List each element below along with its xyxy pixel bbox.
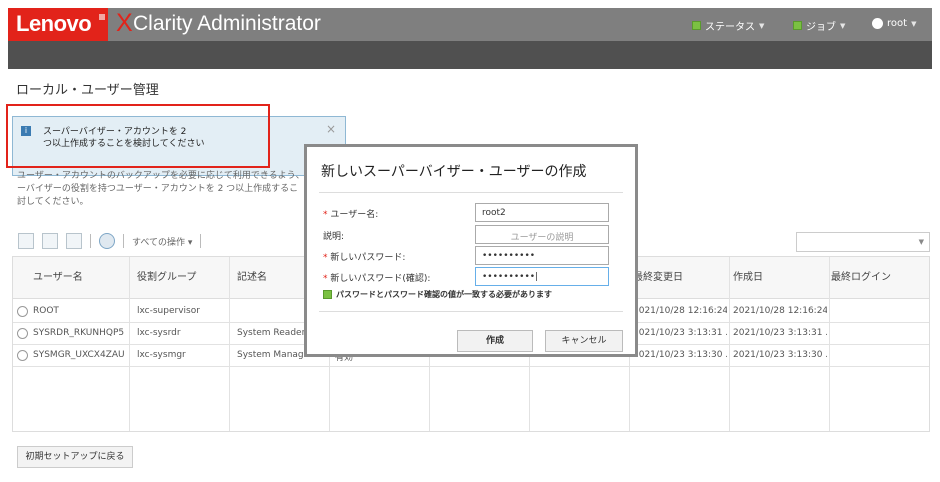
cell-group: lxc-sysrdr (137, 328, 181, 338)
cell-username: ROOT (33, 306, 59, 316)
user-menu[interactable]: root ▼ (872, 18, 916, 29)
description-label: 説明: (323, 232, 345, 242)
dialog-divider (319, 192, 623, 193)
user-icon (872, 18, 883, 29)
password-match-text: パスワードとパスワード確認の値が一致する必要があります (336, 290, 552, 299)
nav-bar (8, 41, 932, 69)
description-line-1: ユーザー・アカウントのバックアップを必要に応じて利用できるよう、 (17, 171, 305, 181)
cell-username: SYSRDR_RKUNHQP5 (33, 328, 125, 338)
dialog-title: 新しいスーパーバイザー・ユーザーの作成 (321, 164, 587, 180)
top-header: Lenovo X Clarity Administrator ステータス ▼ ジ… (8, 8, 932, 41)
cell-modified: 2021/10/23 3:13:30 ... (633, 350, 727, 360)
username-label: * ユーザー名: (323, 207, 378, 220)
cell-created: 2021/10/23 3:13:30 ... (733, 350, 827, 360)
column-header[interactable]: ユーザー名 (33, 268, 83, 283)
check-icon (323, 290, 332, 299)
back-to-setup-button[interactable]: 初期セットアップに戻る (17, 446, 133, 468)
dialog-divider (319, 311, 623, 312)
cell-modified: 2021/10/23 3:13:31 ... (633, 328, 727, 338)
row-radio[interactable] (17, 328, 28, 339)
product-name: Clarity Administrator (133, 12, 321, 35)
confirm-password-input[interactable]: ••••••••••| (475, 267, 609, 286)
chevron-down-icon: ▼ (911, 19, 917, 28)
password-label: * 新しいパスワード: (323, 250, 405, 263)
cell-group: lxc-supervisor (137, 306, 200, 316)
jobs-check-icon (793, 21, 802, 30)
chevron-down-icon: ▼ (840, 21, 846, 30)
row-radio[interactable] (17, 350, 28, 361)
add-user-icon[interactable] (18, 233, 34, 249)
all-actions-label: すべての操作 (132, 237, 186, 248)
toolbar-divider (90, 234, 91, 248)
row-radio[interactable] (17, 306, 28, 317)
cell-created: 2021/10/23 3:13:31 ... (733, 328, 827, 338)
chevron-down-icon: ▼ (918, 238, 924, 246)
password-match-message: パスワードとパスワード確認の値が一致する必要があります (323, 289, 552, 300)
status-menu[interactable]: ステータス ▼ (692, 18, 764, 33)
brand-mark (99, 14, 105, 20)
highlight-outline (6, 104, 270, 168)
description-input[interactable]: ユーザーの説明 (475, 225, 609, 244)
product-x-mark: X (116, 9, 133, 37)
confirm-password-label: * 新しいパスワード(確認): (323, 271, 430, 284)
password-label-text: 新しいパスワード: (330, 253, 406, 263)
column-header[interactable]: 作成日 (733, 268, 763, 283)
toolbar-divider (123, 234, 124, 248)
create-button[interactable]: 作成 (457, 330, 533, 352)
toolbar-divider (200, 234, 202, 248)
refresh-icon[interactable] (99, 233, 115, 249)
cell-group: lxc-sysmgr (137, 350, 186, 360)
edit-user-icon[interactable] (42, 233, 58, 249)
cell-modified: 2021/10/28 12:16:24 ... (633, 306, 727, 316)
filter-select[interactable]: ▼ (796, 232, 930, 252)
description-text: ユーザー・アカウントのバックアップを必要に応じて利用できるよう、 ーバイザーの役… (17, 170, 317, 209)
table-toolbar: すべての操作 ▾ (18, 232, 202, 250)
page-title: ローカル・ユーザー管理 (16, 83, 159, 98)
column-header[interactable]: 最終変更日 (633, 268, 683, 283)
all-actions-menu[interactable]: すべての操作 ▾ (132, 235, 192, 248)
cancel-button[interactable]: キャンセル (545, 330, 623, 352)
cell-created: 2021/10/28 12:16:24 ... (733, 306, 827, 316)
status-label: ステータス (705, 22, 755, 33)
column-header[interactable]: 最終ログイン (831, 268, 891, 283)
jobs-menu[interactable]: ジョブ ▼ (793, 18, 845, 33)
column-header[interactable]: 記述名 (237, 268, 267, 283)
password-input[interactable]: •••••••••• (475, 246, 609, 265)
confirm-password-label-text: 新しいパスワード(確認): (330, 274, 431, 284)
jobs-label: ジョブ (806, 22, 836, 33)
close-icon[interactable]: × (326, 122, 336, 136)
user-label: root (887, 18, 908, 29)
chevron-down-icon: ▼ (759, 21, 765, 30)
brand-text: Lenovo (16, 11, 92, 36)
username-label-text: ユーザー名: (330, 210, 379, 220)
create-supervisor-dialog: 新しいスーパーバイザー・ユーザーの作成 * ユーザー名: root2 説明: ユ… (304, 144, 638, 357)
delete-user-icon[interactable] (66, 233, 82, 249)
status-check-icon (692, 21, 701, 30)
description-line-3: 討してください。 (17, 197, 89, 207)
column-header[interactable]: 役割グループ (137, 268, 196, 283)
username-input[interactable]: root2 (475, 203, 609, 222)
brand-logo: Lenovo (8, 8, 108, 41)
cell-username: SYSMGR_UXCX4ZAU (33, 350, 125, 360)
description-line-2: ーバイザーの役割を持つユーザー・アカウントを 2 つ以上作成するこ (17, 184, 299, 194)
